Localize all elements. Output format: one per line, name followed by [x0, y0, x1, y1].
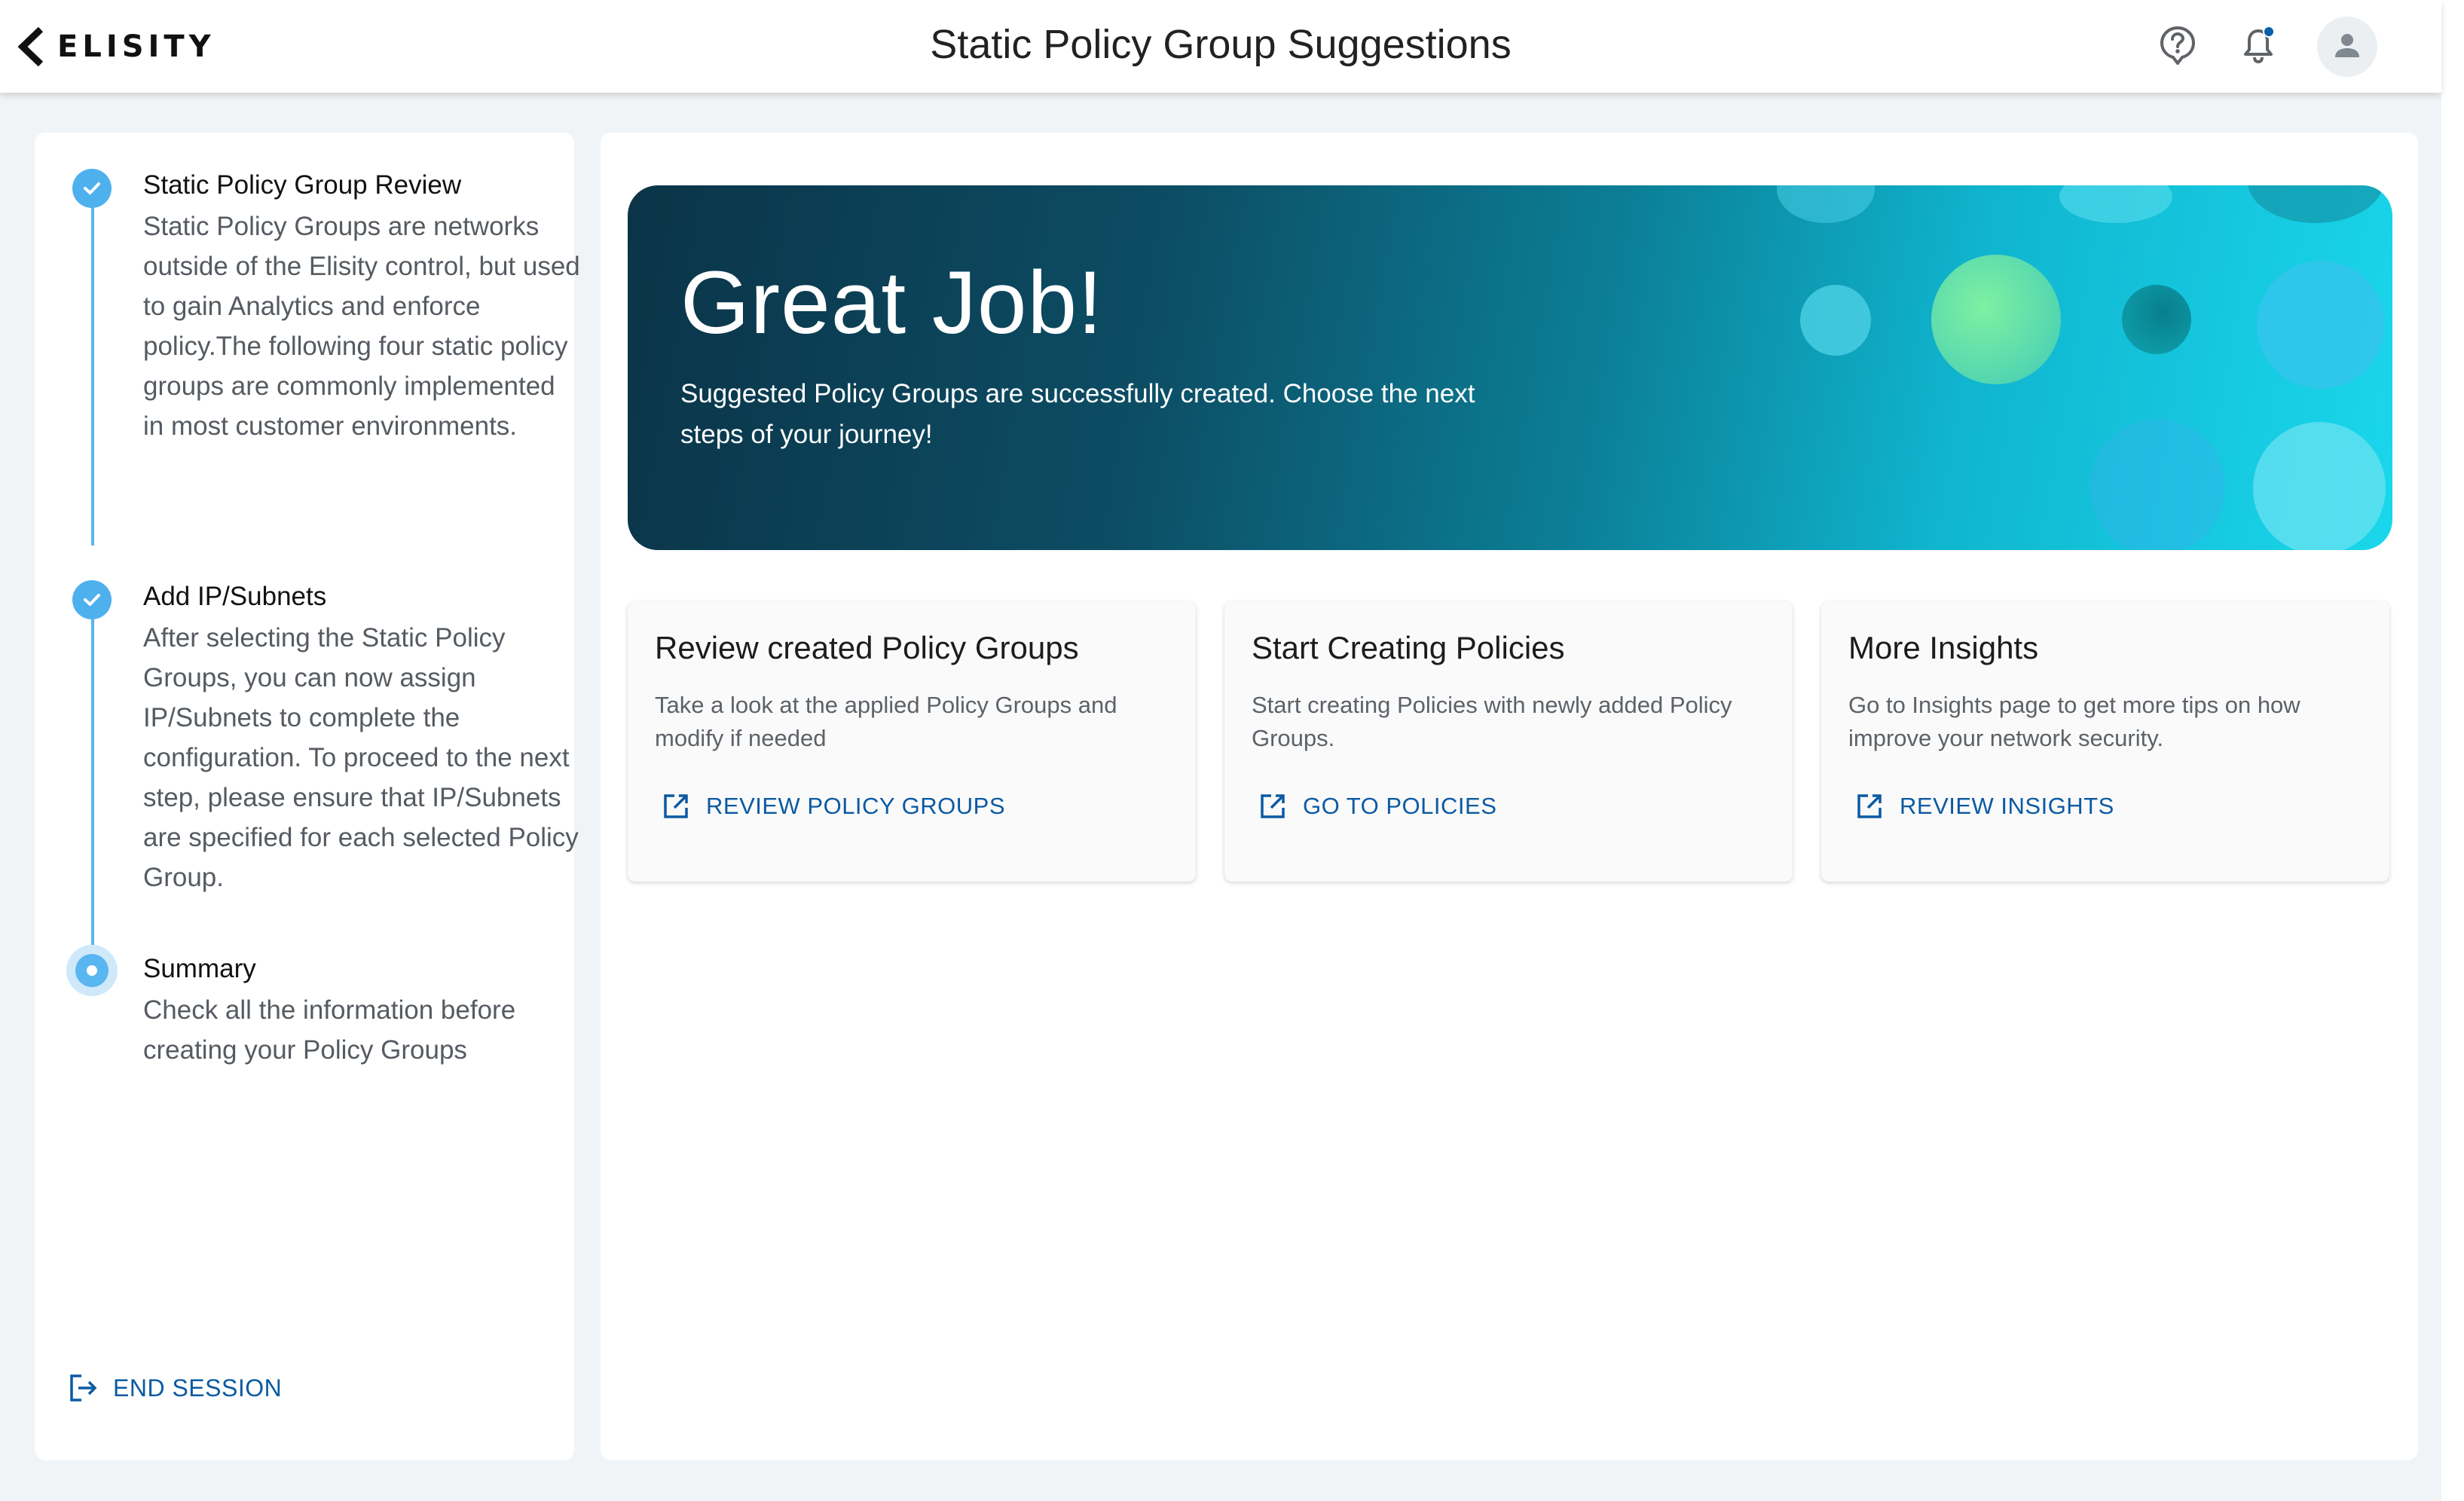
active-step-icon: [66, 945, 118, 996]
link-label: REVIEW INSIGHTS: [1900, 793, 2114, 819]
banner-subtitle: Suggested Policy Groups are successfully…: [680, 379, 1475, 449]
user-avatar-button[interactable]: [2317, 17, 2377, 77]
banner-title: Great Job!: [680, 253, 1103, 353]
page-title: Static Policy Group Suggestions: [930, 22, 1512, 67]
step-description: Static Policy Groups are networks outsid…: [143, 212, 580, 441]
logout-icon: [68, 1373, 99, 1403]
open-in-new-icon: [1856, 793, 1883, 820]
end-session-button[interactable]: END SESSION: [68, 1373, 282, 1403]
decorative-bubble: [2122, 285, 2191, 354]
decorative-bubble: [2257, 261, 2385, 389]
card-description: Take a look at the applied Policy Groups…: [655, 692, 1117, 751]
step-title: Static Policy Group Review: [143, 170, 462, 200]
step-connector: [91, 190, 94, 546]
card-title: More Insights: [1848, 630, 2039, 665]
wizard-stepper: Static Policy Group Review Static Policy…: [35, 133, 580, 1460]
decorative-bubble: [2253, 422, 2386, 550]
top-header: ELISITY Static Policy Group Suggestions: [0, 0, 2441, 93]
review-insights-link[interactable]: REVIEW INSIGHTS: [1856, 793, 2114, 820]
main-panel: Great Job! Suggested Policy Groups are s…: [601, 133, 2418, 1460]
success-banner: Great Job! Suggested Policy Groups are s…: [628, 185, 2392, 550]
card-description: Start creating Policies with newly added…: [1252, 692, 1732, 751]
step-connector: [91, 601, 94, 945]
decorative-bubble: [2090, 419, 2225, 550]
step-title: Add IP/Subnets: [143, 582, 327, 611]
step-description: After selecting the Static Policy Groups…: [143, 623, 579, 892]
open-in-new-icon: [662, 793, 689, 820]
decorative-bubble: [2059, 185, 2172, 223]
help-icon: [2160, 26, 2196, 69]
notification-dot: [2263, 26, 2275, 38]
help-button[interactable]: [2148, 17, 2208, 77]
card-description: Go to Insights page to get more tips on …: [1848, 692, 2300, 751]
check-icon: [72, 169, 112, 208]
card-more-insights: More Insights Go to Insights page to get…: [1821, 601, 2389, 882]
decorative-bubble: [1800, 285, 1871, 356]
link-label: REVIEW POLICY GROUPS: [706, 793, 1006, 819]
app-window: ELISITY Static Policy Group Suggestions: [0, 0, 2441, 1501]
card-review-policy-groups: Review created Policy Groups Take a look…: [628, 601, 1196, 882]
decorative-bubble: [2248, 185, 2383, 223]
check-icon: [72, 580, 112, 619]
decorative-bubble: [1931, 255, 2061, 384]
open-in-new-icon: [1259, 793, 1286, 820]
card-title: Start Creating Policies: [1252, 630, 1565, 665]
card-start-creating-policies: Start Creating Policies Start creating P…: [1224, 601, 1793, 882]
review-policy-groups-link[interactable]: REVIEW POLICY GROUPS: [662, 793, 1005, 820]
link-label: GO TO POLICIES: [1303, 793, 1497, 819]
user-avatar-icon: [2332, 30, 2362, 64]
step-description: Check all the information before creatin…: [143, 995, 516, 1065]
go-to-policies-link[interactable]: GO TO POLICIES: [1259, 793, 1496, 820]
notifications-button[interactable]: [2228, 17, 2288, 77]
end-session-label: END SESSION: [113, 1374, 283, 1402]
step-title: Summary: [143, 954, 256, 983]
card-title: Review created Policy Groups: [655, 630, 1079, 665]
decorative-bubble: [1777, 185, 1875, 223]
